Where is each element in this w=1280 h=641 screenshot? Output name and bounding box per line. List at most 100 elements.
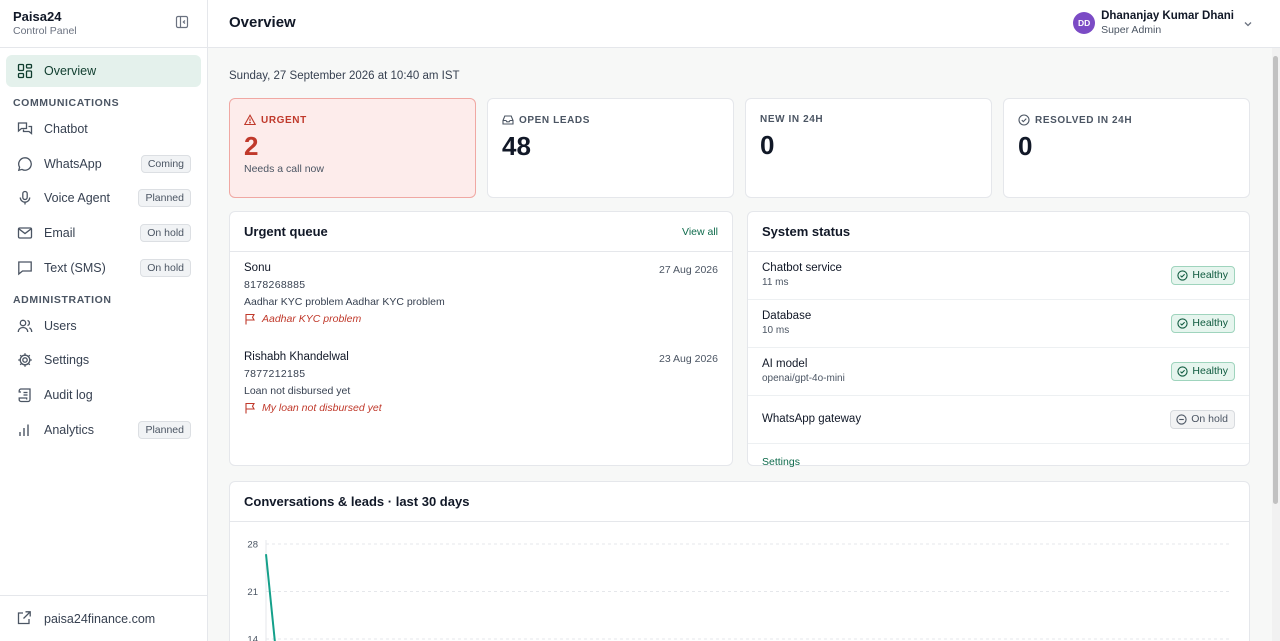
sidebar-nav: Overview COMMUNICATIONS Chatbot WhatsApp… <box>0 48 207 446</box>
check-circle-icon <box>1018 114 1030 126</box>
external-link-icon <box>16 610 34 628</box>
settings-link[interactable]: Settings <box>762 456 800 468</box>
sidebar-item-users[interactable]: Users <box>6 310 201 342</box>
service-detail: 10 ms <box>762 325 790 336</box>
stat-card-urgent[interactable]: URGENT 2 Needs a call now <box>229 98 476 198</box>
sidebar-item-email[interactable]: Email On hold <box>6 217 201 249</box>
stat-label: RESOLVED IN 24H <box>1035 114 1133 126</box>
flag-icon <box>244 402 256 414</box>
sidebar-item-chatbot[interactable]: Chatbot <box>6 113 201 145</box>
scroll-icon <box>16 386 34 404</box>
section-heading-communications: COMMUNICATIONS <box>13 97 120 109</box>
status-row-ai-model: AI model openai/gpt-4o-mini Healthy <box>748 348 1249 396</box>
user-role: Super Admin <box>1101 24 1162 36</box>
status-pill: Planned <box>138 420 191 439</box>
service-name: AI model <box>762 358 808 370</box>
sidebar-item-label: WhatsApp <box>44 156 102 171</box>
y-tick-label: 28 <box>247 540 258 551</box>
status-badge: Healthy <box>1171 314 1235 333</box>
sidebar-item-label: Analytics <box>44 422 95 437</box>
scrollbar-thumb[interactable] <box>1273 56 1278 504</box>
page-title: Overview <box>229 14 296 31</box>
status-row-chatbot: Chatbot service 11 ms Healthy <box>748 252 1249 300</box>
stat-label: OPEN LEADS <box>519 114 591 126</box>
lead-phone: 8178268885 <box>244 279 306 291</box>
website-link-label: paisa24finance.com <box>44 611 156 626</box>
lead-flag-reason: My loan not disbursed yet <box>262 402 382 414</box>
status-badge: Healthy <box>1171 362 1235 381</box>
brand: Paisa24 Control Panel <box>0 0 207 48</box>
bar-chart-icon <box>16 421 34 439</box>
stat-card-open-leads[interactable]: OPEN LEADS 48 <box>487 98 734 198</box>
stat-card-resolved-24h[interactable]: RESOLVED IN 24H 0 <box>1003 98 1250 198</box>
list-item[interactable]: Sonu 27 Aug 2026 8178268885 Aadhar KYC p… <box>230 252 732 341</box>
card-title: Urgent queue <box>244 224 328 239</box>
main-content: Sunday, 27 September 2026 at 10:40 am IS… <box>208 48 1272 641</box>
lead-flag-reason: Aadhar KYC problem <box>262 313 362 325</box>
stat-label: URGENT <box>261 114 307 126</box>
sidebar-item-voice-agent[interactable]: Voice Agent Planned <box>6 182 201 214</box>
view-all-link[interactable]: View all <box>682 226 718 238</box>
status-row-whatsapp-gateway: WhatsApp gateway On hold <box>748 396 1249 444</box>
inbox-icon <box>502 114 514 126</box>
lead-phone: 7877212185 <box>244 368 306 380</box>
lead-date: 23 Aug 2026 <box>659 353 718 365</box>
status-row-database: Database 10 ms Healthy <box>748 300 1249 348</box>
stat-value: 0 <box>1018 131 1033 161</box>
sidebar-item-label: Settings <box>44 353 90 368</box>
stat-card-new-24h[interactable]: NEW IN 24H 0 <box>745 98 992 198</box>
sidebar-item-settings[interactable]: Settings <box>6 344 201 376</box>
sidebar: Paisa24 Control Panel Overview COMMUNICA… <box>0 0 208 641</box>
user-menu[interactable]: DD Dhananjay Kumar Dhani Super Admin <box>1073 9 1254 37</box>
list-item[interactable]: Rishabh Khandelwal 23 Aug 2026 787721218… <box>230 341 732 430</box>
minus-circle-icon <box>1176 414 1187 425</box>
sidebar-item-audit-log[interactable]: Audit log <box>6 379 201 411</box>
status-badge-label: Healthy <box>1192 269 1228 281</box>
status-pill: On hold <box>140 258 191 277</box>
y-tick-label: 21 <box>247 587 258 598</box>
sidebar-item-label: Voice Agent <box>44 191 111 206</box>
service-detail: openai/gpt-4o-mini <box>762 373 845 384</box>
lead-name: Rishabh Khandelwal <box>244 351 349 363</box>
user-info: Dhananjay Kumar Dhani Super Admin <box>1101 9 1234 37</box>
gear-icon <box>16 351 34 369</box>
status-pill: Planned <box>138 189 191 208</box>
message-circle-icon <box>16 155 34 173</box>
sidebar-collapse-icon[interactable] <box>175 15 189 29</box>
website-link[interactable]: paisa24finance.com <box>0 595 207 641</box>
y-tick-label: 14 <box>247 635 258 641</box>
service-name: Chatbot service <box>762 262 842 274</box>
stat-label: NEW IN 24H <box>760 114 824 125</box>
users-icon <box>16 317 34 335</box>
stat-value: 0 <box>760 130 775 160</box>
brand-subtitle: Control Panel <box>13 25 77 37</box>
card-title: System status <box>762 224 851 239</box>
avatar: DD <box>1073 12 1096 34</box>
sidebar-item-whatsapp[interactable]: WhatsApp Coming <box>6 148 201 180</box>
scrollbar[interactable] <box>1272 48 1280 641</box>
chevron-down-icon <box>1242 17 1254 29</box>
stat-value: 48 <box>502 131 531 161</box>
check-circle-icon <box>1177 366 1189 377</box>
sidebar-item-analytics[interactable]: Analytics Planned <box>6 414 201 446</box>
message-square-icon <box>16 259 34 277</box>
sidebar-item-label: Text (SMS) <box>44 260 106 275</box>
service-name: Database <box>762 310 812 322</box>
sidebar-item-label: Overview <box>44 64 97 78</box>
dashboard-icon <box>16 62 34 80</box>
sidebar-item-label: Chatbot <box>44 122 88 136</box>
alert-triangle-icon <box>244 114 256 126</box>
check-circle-icon <box>1177 318 1189 329</box>
sidebar-item-label: Users <box>44 318 77 333</box>
sidebar-item-sms[interactable]: Text (SMS) On hold <box>6 252 201 284</box>
sidebar-item-overview[interactable]: Overview <box>6 55 201 87</box>
current-date: Sunday, 27 September 2026 at 10:40 am IS… <box>229 70 460 82</box>
lead-name: Sonu <box>244 262 271 274</box>
stat-subtext: Needs a call now <box>244 163 324 175</box>
lead-message: Loan not disbursed yet <box>244 385 351 397</box>
service-name: WhatsApp gateway <box>762 413 862 425</box>
sidebar-item-label: Audit log <box>44 388 93 403</box>
status-badge-label: Healthy <box>1192 317 1228 329</box>
topbar: Overview DD Dhananjay Kumar Dhani Super … <box>208 0 1280 48</box>
chart-title: Conversations & leads · last 30 days <box>244 494 470 509</box>
